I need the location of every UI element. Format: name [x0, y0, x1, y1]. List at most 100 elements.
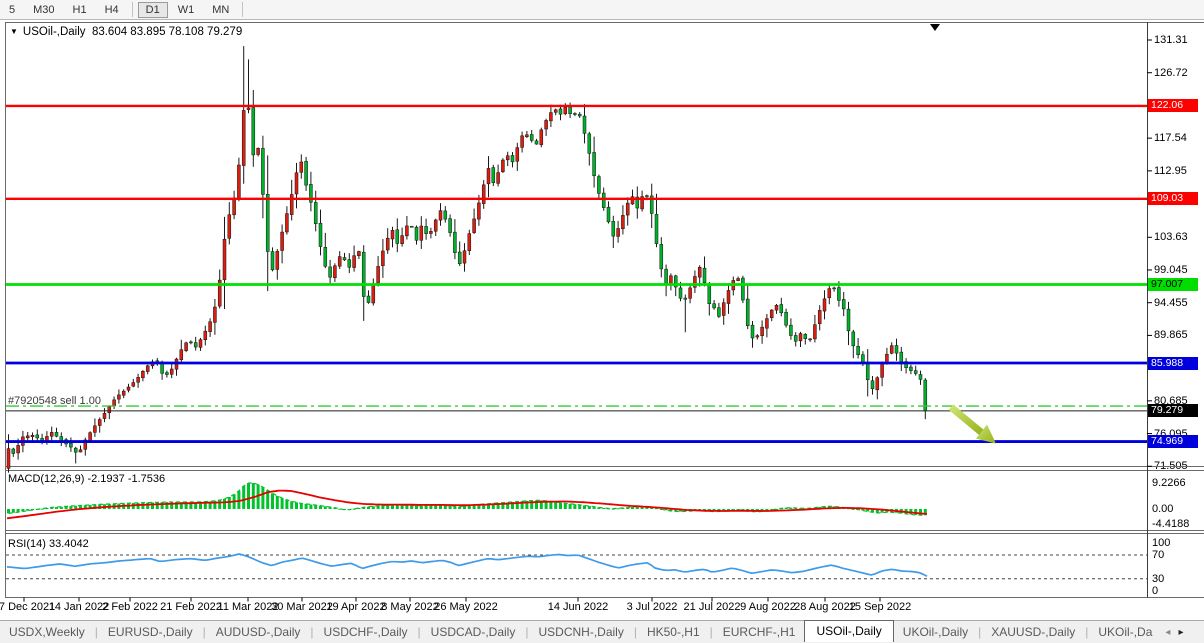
macd-histogram-bar [914, 509, 917, 515]
macd-histogram-bar [261, 487, 264, 509]
candle-body [885, 354, 888, 362]
candle-body [828, 289, 831, 298]
candle-body [487, 168, 490, 183]
candle-body [55, 432, 58, 436]
candle-body [890, 346, 893, 354]
candle-body [765, 319, 768, 329]
macd-histogram-bar [617, 508, 620, 509]
macd-histogram-bar [247, 483, 250, 509]
candle-body [837, 288, 840, 301]
macd-histogram-bar [252, 483, 255, 509]
collapse-triangle-icon[interactable]: ▼ [10, 27, 18, 36]
macd-histogram-bar [290, 501, 293, 509]
price-badge-109.03: 109.03 [1148, 192, 1198, 205]
candle-body [314, 202, 317, 223]
candle-body [180, 350, 183, 360]
candle-body [737, 279, 740, 281]
candle-body [708, 284, 711, 304]
macd-histogram-bar [569, 504, 572, 509]
candle-body [617, 228, 620, 236]
candle-body [717, 308, 720, 317]
macd-histogram-bar [281, 498, 284, 509]
symbol-period-label: USOil-,Daily [23, 26, 86, 38]
candle-body [804, 334, 807, 338]
macd-histogram-bar [242, 486, 245, 509]
candle-body [343, 258, 346, 260]
macd-histogram-bar [151, 502, 154, 509]
candle-body [588, 134, 591, 153]
open-order-label: #7920548 sell 1.00 [8, 395, 101, 407]
candle-body [247, 108, 250, 110]
macd-histogram-bar [559, 503, 562, 509]
candle-body [132, 383, 135, 387]
candle-body [377, 266, 380, 283]
candle-body [348, 260, 351, 268]
candle-body [31, 435, 34, 436]
candle-body [89, 433, 92, 441]
candle-body [516, 148, 519, 162]
candle-body [113, 400, 116, 406]
candle-body [780, 305, 783, 313]
macd-histogram-bar [271, 493, 274, 509]
rsi-indicator-label: RSI(14) 33.4042 [8, 538, 89, 550]
candle-body [285, 214, 288, 232]
candle-body [17, 445, 20, 453]
candle-body [530, 134, 533, 140]
candle-body [458, 252, 461, 264]
candle-body [602, 193, 605, 208]
candle-body [775, 305, 778, 310]
candle-body [122, 391, 125, 395]
candle-body [871, 381, 874, 389]
candle-body [420, 226, 423, 240]
macd-histogram-bar [396, 505, 399, 509]
candle-body [281, 232, 284, 250]
candle-body [655, 214, 658, 243]
macd-histogram-bar [146, 503, 149, 509]
candle-body [429, 231, 432, 233]
macd-histogram-bar [285, 500, 288, 509]
candle-body [69, 443, 72, 447]
candle-body [261, 148, 264, 194]
candle-body [338, 257, 341, 267]
candle-body [770, 310, 773, 318]
candle-body [26, 436, 29, 438]
candle-body [242, 110, 245, 165]
candle-body [228, 215, 231, 239]
candle-body [453, 232, 456, 253]
candle-body [669, 276, 672, 284]
candle-body [367, 296, 370, 302]
candle-body [209, 322, 212, 332]
candle-body [127, 387, 130, 390]
candle-body [751, 325, 754, 338]
candle-body [415, 227, 418, 240]
candle-body [50, 432, 53, 436]
price-badge-74.969: 74.969 [1148, 435, 1198, 448]
candle-body [698, 267, 701, 277]
candle-body [564, 107, 567, 113]
candle-body [45, 436, 48, 440]
candle-body [809, 339, 812, 340]
macd-histogram-bar [463, 506, 466, 509]
macd-histogram-bar [401, 505, 404, 509]
candle-body [842, 299, 845, 309]
candle-body [165, 373, 168, 375]
chart-canvas[interactable] [0, 0, 1204, 642]
price-badge-122.06: 122.06 [1148, 99, 1198, 112]
candle-body [141, 371, 144, 378]
candle-body [449, 219, 452, 233]
candle-body [895, 345, 898, 353]
candle-body [665, 269, 668, 284]
candle-body [689, 288, 692, 298]
candle-body [545, 120, 548, 129]
chart-shift-marker-icon[interactable] [930, 24, 940, 31]
candle-body [237, 165, 240, 199]
macd-histogram-bar [602, 508, 605, 509]
macd-indicator-label: MACD(12,26,9) -2.1937 -1.7536 [8, 473, 165, 485]
candle-body [353, 256, 356, 268]
candle-body [722, 303, 725, 316]
candle-body [799, 334, 802, 341]
candle-body [746, 299, 749, 326]
candle-body [626, 203, 629, 215]
candle-body [525, 135, 528, 137]
candle-body [117, 395, 120, 399]
